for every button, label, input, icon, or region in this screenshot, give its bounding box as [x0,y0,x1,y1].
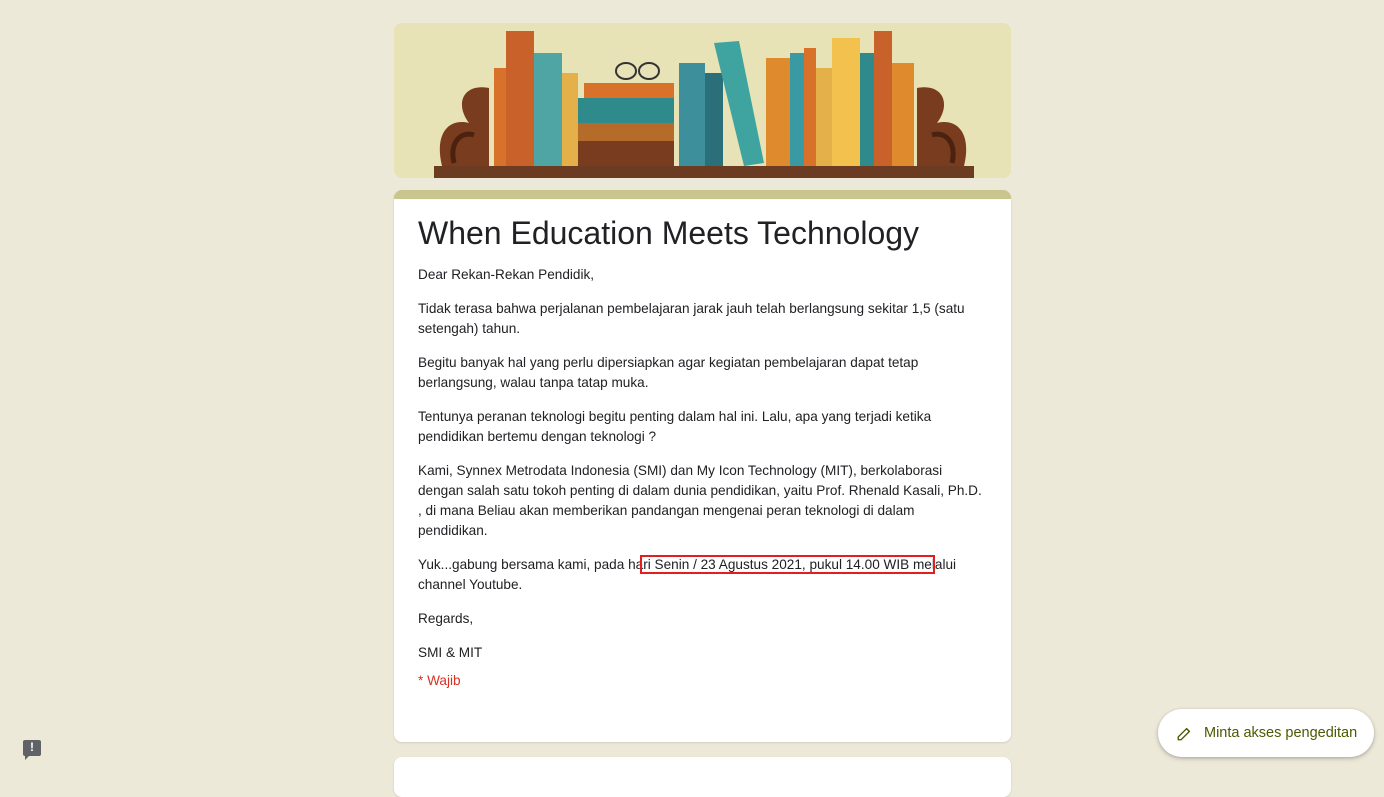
form-title-card: When Education Meets Technology Dear Rek… [394,190,1011,742]
description-paragraph-3: Tentunya peranan teknologi begitu pentin… [418,409,932,444]
description-paragraph-4: Kami, Synnex Metrodata Indonesia (SMI) d… [418,463,982,538]
pencil-icon [1177,727,1191,741]
highlighted-date-text: ri Senin / 23 Agustus 2021, pukul 14.00 … [640,555,935,574]
next-question-card [394,757,1011,797]
description-signature: SMI & MIT [418,645,483,660]
description-paragraph-2: Begitu banyak hal yang perlu dipersiapka… [418,355,919,390]
required-note: * Wajib [418,673,461,688]
form-title: When Education Meets Technology [418,215,920,251]
request-edit-access-label: Minta akses pengeditan [1204,725,1358,741]
form-container: When Education Meets Technology Dear Rek… [394,23,1011,742]
description-greeting: Dear Rekan-Rekan Pendidik, [418,267,595,282]
description-regards: Regards, [418,611,474,626]
highlighted-date-content: ri Senin / 23 Agustus 2021, pukul 14.00 … [643,557,932,572]
request-edit-access-button[interactable]: Minta akses pengeditan [1158,709,1374,757]
description-paragraph-5: Yuk...gabung bersama kami, pada hari Sen… [418,555,987,595]
feedback-glyph: ! [30,740,34,754]
header-banner-image [394,23,1011,178]
feedback-icon[interactable]: ! [23,740,41,760]
description-paragraph-1: Tidak terasa bahwa perjalanan pembelajar… [418,301,965,336]
form-description: Dear Rekan-Rekan Pendidik, Tidak terasa … [418,265,987,663]
paragraph-5-before: Yuk...gabung bersama kami, pada ha [418,557,644,572]
